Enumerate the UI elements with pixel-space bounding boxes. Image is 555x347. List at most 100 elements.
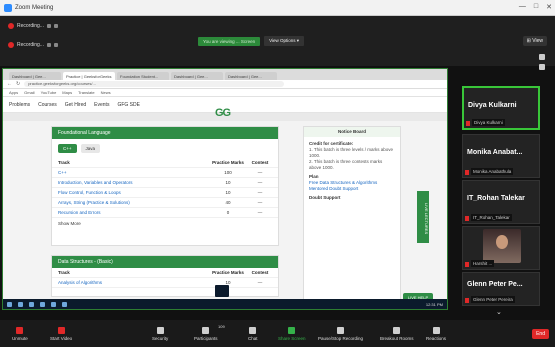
speaker-icon[interactable] <box>539 64 545 70</box>
minimize-button[interactable]: — <box>519 3 526 11</box>
nav-gfg-sde[interactable]: GFG SDE <box>117 102 140 108</box>
browser-tab[interactable]: Dashboard | Gee... <box>225 72 277 80</box>
participant-count: 109 <box>218 324 225 329</box>
participant-tile[interactable]: Divya Kulkarni Divya Kulkarni <box>462 86 540 130</box>
address-bar[interactable]: practice.geeksforgeeks.org/courses/... <box>24 81 285 87</box>
pause-icon[interactable] <box>46 24 51 28</box>
address-bar-row: ← ↻ practice.geeksforgeeks.org/courses/.… <box>3 80 447 89</box>
bookmarks-bar: Apps Gmail YouTube Maps Translate News <box>3 89 447 97</box>
table-row[interactable]: Recursion and Errors 0 — <box>52 208 278 218</box>
table-row[interactable]: Flow Control, Function & Loops 10 — <box>52 188 278 198</box>
muted-mic-icon <box>465 298 469 303</box>
recording-indicator-2[interactable]: Recording... <box>8 42 58 48</box>
share-banner: You are viewing ... Screen View Options … <box>198 36 305 46</box>
participant-tile[interactable]: Glenn Peter Pe... Glenn Peter Pereira <box>462 272 540 306</box>
nav-get-hired[interactable]: Get Hired <box>65 102 86 108</box>
table-row[interactable]: Introduction, Variables and Operators 10… <box>52 178 278 188</box>
end-meeting-button[interactable]: End <box>532 329 549 339</box>
browser-tab[interactable]: Foundation Student... <box>117 72 169 80</box>
explorer-icon[interactable] <box>51 301 56 307</box>
foundational-card: Foundational Language C++ Java Track Pra… <box>51 126 279 246</box>
participant-tile[interactable]: IT_Rohan Talekar IT_Rohan_Talekar <box>462 180 540 224</box>
chat-button[interactable]: Chat <box>248 326 258 341</box>
show-more-link[interactable]: Show More <box>52 218 278 228</box>
browser-tab[interactable]: Dashboard | Gee... <box>9 72 61 80</box>
back-icon[interactable]: ← <box>7 81 12 87</box>
data-structures-card: Data Structures - (Basic) Track Practice… <box>51 255 279 297</box>
recording-indicator[interactable]: Recording... <box>8 23 58 29</box>
table-header: Track Practice Marks Contest <box>52 158 278 168</box>
smiley-icon <box>432 326 440 334</box>
taskbar-clock: 12:31 PM <box>425 301 443 307</box>
maximize-button[interactable]: □ <box>534 3 538 11</box>
bookmark-item[interactable]: Apps <box>9 90 18 95</box>
nav-courses[interactable]: Courses <box>38 102 57 108</box>
muted-mic-icon <box>465 170 469 175</box>
bookmark-item[interactable]: Gmail <box>24 90 34 95</box>
security-button[interactable]: Security <box>152 326 168 341</box>
video-off-icon <box>57 326 65 334</box>
windows-taskbar: 12:31 PM <box>3 299 447 309</box>
pause-icon[interactable] <box>46 43 51 47</box>
stop-icon[interactable] <box>53 24 58 28</box>
taskview-icon[interactable] <box>29 301 34 307</box>
zoom-taskbar-icon[interactable] <box>62 301 67 307</box>
grid-icon[interactable] <box>539 54 545 60</box>
bookmark-item[interactable]: YouTube <box>41 90 57 95</box>
breakout-rooms-button[interactable]: Breakout Rooms <box>380 326 414 341</box>
pill-java[interactable]: Java <box>80 144 101 153</box>
start-video-button[interactable]: Start Video <box>50 326 72 341</box>
record-icon <box>337 326 345 334</box>
record-dot-icon <box>8 23 14 29</box>
notice-board: Notice Board Credit for certificate: 1. … <box>303 126 401 306</box>
mic-off-icon <box>16 326 24 334</box>
view-options-button[interactable]: View Options ▾ <box>264 36 305 46</box>
nav-problems[interactable]: Problems <box>9 102 30 108</box>
nav-events[interactable]: Events <box>94 102 109 108</box>
view-button[interactable]: ⊞ View <box>522 36 547 46</box>
browser-tab-active[interactable]: Practice | GeeksforGeeks <box>63 72 115 80</box>
reload-icon[interactable]: ↻ <box>16 81 20 87</box>
search-icon[interactable] <box>18 301 23 307</box>
reactions-button[interactable]: Reactions <box>426 326 446 341</box>
browser-tabs: Dashboard | Gee... Practice | GeeksforGe… <box>3 69 447 80</box>
shield-icon <box>156 326 164 334</box>
language-pills: C++ Java <box>52 139 278 158</box>
participant-name: Monika Anabat... <box>467 149 523 156</box>
participant-label: Harshit ... <box>471 260 495 267</box>
table-header: Track Practice Marks Contest <box>52 268 278 278</box>
table-row[interactable]: Analysis of Algorithms 10 — <box>52 278 278 288</box>
table-row[interactable]: Arrays, String (Practice & Solutions) 40… <box>52 198 278 208</box>
participant-label: Glenn Peter Pereira <box>471 296 515 303</box>
card-title: Foundational Language <box>52 127 278 139</box>
table-row[interactable]: C++ 100 — <box>52 168 278 178</box>
stop-icon[interactable] <box>53 43 58 47</box>
chat-icon <box>249 326 257 334</box>
pill-cpp[interactable]: C++ <box>58 144 77 153</box>
unmute-button[interactable]: Unmute <box>12 326 28 341</box>
chrome-icon[interactable] <box>40 301 45 307</box>
participants-button[interactable]: Participants <box>194 326 218 341</box>
gfg-logo[interactable]: GG <box>215 107 231 119</box>
share-screen-icon <box>288 326 296 334</box>
close-button[interactable]: ✕ <box>546 3 552 11</box>
participant-tile[interactable]: Monika Anabat... Monika Anabathula <box>462 134 540 178</box>
bookmark-item[interactable]: Maps <box>62 90 72 95</box>
participant-name: Glenn Peter Pe... <box>467 281 523 288</box>
pause-stop-recording-button[interactable]: Pause/Stop Recording <box>318 326 363 341</box>
zoom-window: Zoom Meeting — □ ✕ Recording... Recordin… <box>0 0 555 347</box>
participant-name: Divya Kulkarni <box>468 102 517 109</box>
windows-start-icon[interactable] <box>7 301 12 307</box>
share-control-icon[interactable] <box>215 285 229 297</box>
bookmark-item[interactable]: News <box>101 90 111 95</box>
breakout-icon <box>393 326 401 334</box>
bookmark-item[interactable]: Translate <box>78 90 95 95</box>
participant-label: Divya Kulkarni <box>472 119 505 126</box>
share-status: You are viewing ... Screen <box>198 36 261 46</box>
participant-video-tile[interactable]: Harshit ... <box>462 226 540 270</box>
share-screen-button[interactable]: Share Screen <box>278 326 306 341</box>
live-lectures-tab[interactable]: LIVE LECTURES <box>417 191 429 243</box>
browser-tab[interactable]: Dashboard | Gee... <box>171 72 223 80</box>
chevron-down-icon[interactable]: ⌄ <box>496 308 502 316</box>
muted-mic-icon <box>465 216 469 221</box>
